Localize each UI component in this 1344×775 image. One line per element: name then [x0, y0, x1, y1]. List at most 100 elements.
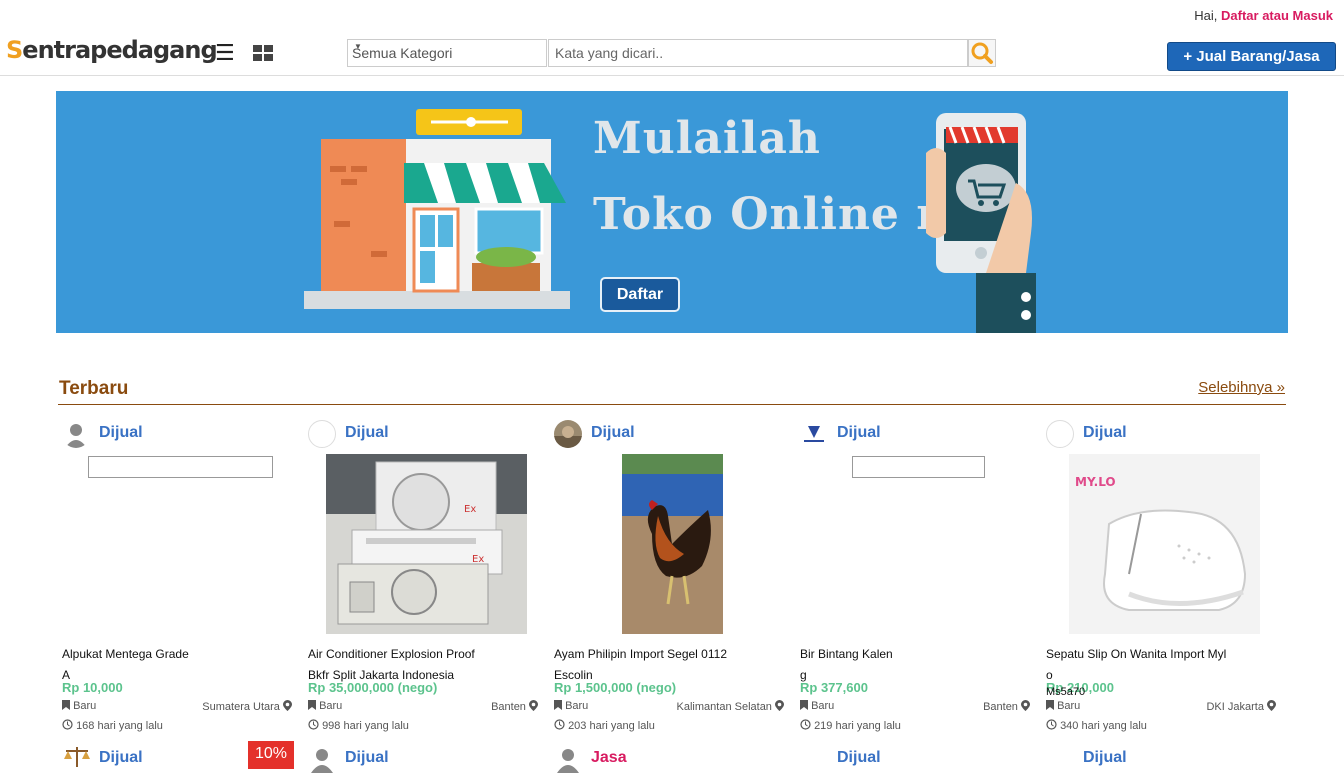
- phone-hand-illustration: [926, 113, 1036, 333]
- clock-icon: [554, 719, 565, 730]
- condition-text: Baru: [319, 700, 343, 712]
- top-bar: Hai, Daftar atau Masuk: [0, 0, 1344, 30]
- product-condition: Baru: [62, 700, 96, 712]
- product-location: Banten: [491, 700, 538, 713]
- seller-avatar: [800, 420, 828, 448]
- seller-logo: [804, 426, 824, 442]
- promo-banner[interactable]: Mulailah Toko Online mu.. Daftar: [56, 91, 1288, 333]
- brand-logo-text: MY.LO: [1075, 475, 1116, 489]
- product-card[interactable]: Jasa: [550, 745, 790, 775]
- clock-icon: [800, 719, 811, 730]
- product-location: Banten: [983, 700, 1030, 713]
- map-pin-icon: [283, 700, 292, 711]
- logo-initial: S: [6, 36, 23, 64]
- product-price: Rp 10,000: [62, 680, 123, 695]
- greeting-text: Hai,: [1194, 8, 1218, 23]
- grid-view-icon[interactable]: [253, 45, 273, 61]
- product-title-overflow: Ms5a70: [1046, 686, 1086, 698]
- product-time: 203 hari yang lalu: [554, 719, 655, 732]
- listing-type: Jasa: [591, 749, 627, 766]
- product-image[interactable]: Ex Ex: [326, 454, 527, 634]
- product-card[interactable]: Dijual Alpukat Mentega Grade A Rp 10,000 …: [58, 418, 298, 738]
- bookmark-icon: [1046, 700, 1054, 710]
- location-text: Kalimantan Selatan: [676, 701, 772, 713]
- product-image[interactable]: [622, 454, 723, 634]
- banner-headline-1: Mulailah: [593, 113, 821, 164]
- product-card[interactable]: Dijual: [796, 745, 1036, 775]
- time-text: 203 hari yang lalu: [568, 720, 655, 732]
- product-card[interactable]: Dijual: [1042, 745, 1282, 775]
- bookmark-icon: [308, 700, 316, 710]
- bookmark-icon: [554, 700, 562, 710]
- product-title-line: Alpukat Mentega Grade: [62, 647, 189, 661]
- scale-icon: [64, 747, 90, 767]
- sell-item-button[interactable]: + Jual Barang/Jasa: [1167, 42, 1336, 71]
- product-time: 168 hari yang lalu: [62, 719, 163, 732]
- listing-type: Dijual: [99, 749, 143, 766]
- search-icon: [971, 42, 993, 64]
- map-pin-icon: [775, 700, 784, 711]
- product-time: 998 hari yang lalu: [308, 719, 409, 732]
- bookmark-icon: [800, 700, 808, 710]
- time-text: 998 hari yang lalu: [322, 720, 409, 732]
- location-text: Sumatera Utara: [202, 701, 280, 713]
- clock-icon: [62, 719, 73, 730]
- header: Sentrapedagang ☰ ▼ Semua Kategori + Jual…: [0, 30, 1344, 76]
- time-text: 168 hari yang lalu: [76, 720, 163, 732]
- store-illustration: [304, 109, 570, 309]
- location-text: Banten: [491, 701, 526, 713]
- listing-type: Dijual: [591, 424, 635, 441]
- image-placeholder: [88, 456, 273, 478]
- map-pin-icon: [1021, 700, 1030, 711]
- banner-register-button[interactable]: Daftar: [600, 277, 680, 312]
- product-title-line: Sepatu Slip On Wanita Import Myl: [1046, 647, 1227, 661]
- menu-icon[interactable]: ☰: [215, 40, 235, 66]
- logo-text: entrapedagang: [22, 36, 217, 64]
- seller-photo: [554, 426, 582, 448]
- product-location: DKI Jakarta: [1206, 700, 1276, 713]
- product-location: Sumatera Utara: [202, 700, 292, 713]
- product-title-line: Bir Bintang Kalen: [800, 647, 893, 661]
- location-text: DKI Jakarta: [1206, 701, 1264, 713]
- see-more-link[interactable]: Selebihnya »: [1198, 379, 1285, 396]
- section-title: Terbaru: [59, 378, 129, 399]
- category-select[interactable]: ▼ Semua Kategori: [347, 39, 547, 67]
- product-card[interactable]: Dijual: [304, 745, 544, 775]
- seller-avatar: [308, 420, 336, 448]
- site-logo[interactable]: Sentrapedagang: [6, 36, 218, 64]
- time-text: 340 hari yang lalu: [1060, 720, 1147, 732]
- listing-type: Dijual: [837, 424, 881, 441]
- location-text: Banten: [983, 701, 1018, 713]
- greeting-area: Hai, Daftar atau Masuk: [1194, 8, 1333, 23]
- ex-mark: Ex: [472, 554, 484, 565]
- section-divider: [58, 404, 1286, 405]
- chevron-down-icon: ▼: [354, 42, 362, 51]
- user-icon: [65, 424, 87, 448]
- listing-type: Dijual: [99, 424, 143, 441]
- seller-avatar: [1046, 420, 1074, 448]
- product-condition: Baru: [1046, 700, 1080, 712]
- ex-mark: Ex: [464, 504, 476, 515]
- condition-text: Baru: [1057, 700, 1081, 712]
- product-card[interactable]: Dijual Ex Ex Air Conditioner Explosion P…: [304, 418, 544, 738]
- product-title-line: Air Conditioner Explosion Proof: [308, 647, 475, 661]
- product-card[interactable]: Dijual MY.LO Sepatu Slip On Wanita Impor…: [1042, 418, 1282, 738]
- login-register-link[interactable]: Daftar atau Masuk: [1221, 8, 1333, 23]
- product-time: 340 hari yang lalu: [1046, 719, 1147, 732]
- condition-text: Baru: [73, 700, 97, 712]
- clock-icon: [1046, 719, 1057, 730]
- product-image[interactable]: MY.LO: [1069, 454, 1260, 634]
- search-input[interactable]: [548, 39, 968, 67]
- map-pin-icon: [1267, 700, 1276, 711]
- image-placeholder: [852, 456, 985, 478]
- condition-text: Baru: [565, 700, 589, 712]
- seller-avatar: [62, 420, 90, 448]
- product-time: 219 hari yang lalu: [800, 719, 901, 732]
- user-icon: [311, 749, 333, 773]
- product-card[interactable]: Dijual Bir Bintang Kalen g Rp 377,600 Bar…: [796, 418, 1036, 738]
- product-location: Kalimantan Selatan: [677, 700, 784, 713]
- product-card[interactable]: Dijual Ayam Philipin Import Segel 0112 Es…: [550, 418, 790, 738]
- listing-type: Dijual: [1083, 749, 1127, 766]
- search-button[interactable]: [968, 39, 996, 67]
- category-select-value: Semua Kategori: [352, 45, 453, 61]
